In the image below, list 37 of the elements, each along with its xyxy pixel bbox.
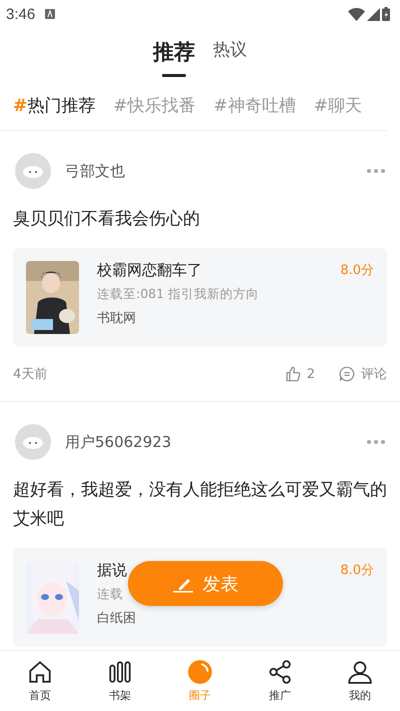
book-source: 书耽网 [97, 310, 137, 327]
signal-icon [367, 8, 380, 20]
nav-tab[interactable]: 书架 [109, 688, 131, 703]
circle-icon [187, 659, 213, 685]
book-source: 白纸困 [97, 610, 137, 627]
comment-icon[interactable] [339, 366, 355, 382]
post-text: 超好看，我超爱，没有人能拒绝这么可爱又霸气的艾米吧 [13, 479, 387, 531]
status-time: 3:46 [6, 6, 36, 22]
wifi-icon [348, 8, 365, 20]
comment-link[interactable]: 评论 [361, 365, 387, 383]
like-count: 2 [306, 366, 315, 382]
more-icon[interactable] [367, 169, 385, 173]
more-icon[interactable] [367, 440, 385, 444]
nav-tab[interactable]: 首页 [29, 688, 51, 703]
bookshelf-icon [107, 659, 133, 685]
avatar[interactable] [15, 153, 51, 189]
share-icon [267, 659, 293, 685]
top-tab[interactable]: 推荐 [153, 38, 195, 66]
home-icon [27, 659, 53, 685]
book-title: 据说 [97, 561, 127, 580]
user-icon [347, 659, 373, 685]
thumbs-up-icon[interactable] [284, 366, 301, 382]
battery-icon [382, 7, 390, 21]
nav-tab[interactable]: 推广 [269, 688, 291, 703]
post-text: 臭贝贝们不看我会伤心的 [13, 208, 201, 231]
notification-icon [45, 9, 56, 19]
nav-tab[interactable]: 我的 [349, 688, 371, 703]
book-score: 8.0分 [340, 562, 374, 580]
user-name[interactable]: 弓部文也 [65, 162, 125, 180]
topic-tab[interactable]: #热门推荐 [13, 94, 96, 130]
user-name[interactable]: 用户56062923 [65, 432, 172, 452]
top-tab[interactable]: 热议 [213, 38, 247, 61]
book-score: 8.0分 [340, 262, 374, 280]
tab-indicator [162, 74, 186, 77]
avatar[interactable] [15, 424, 51, 460]
book-title: 校霸网恋翻车了 [97, 261, 202, 280]
post-time: 4天前 [13, 366, 48, 383]
